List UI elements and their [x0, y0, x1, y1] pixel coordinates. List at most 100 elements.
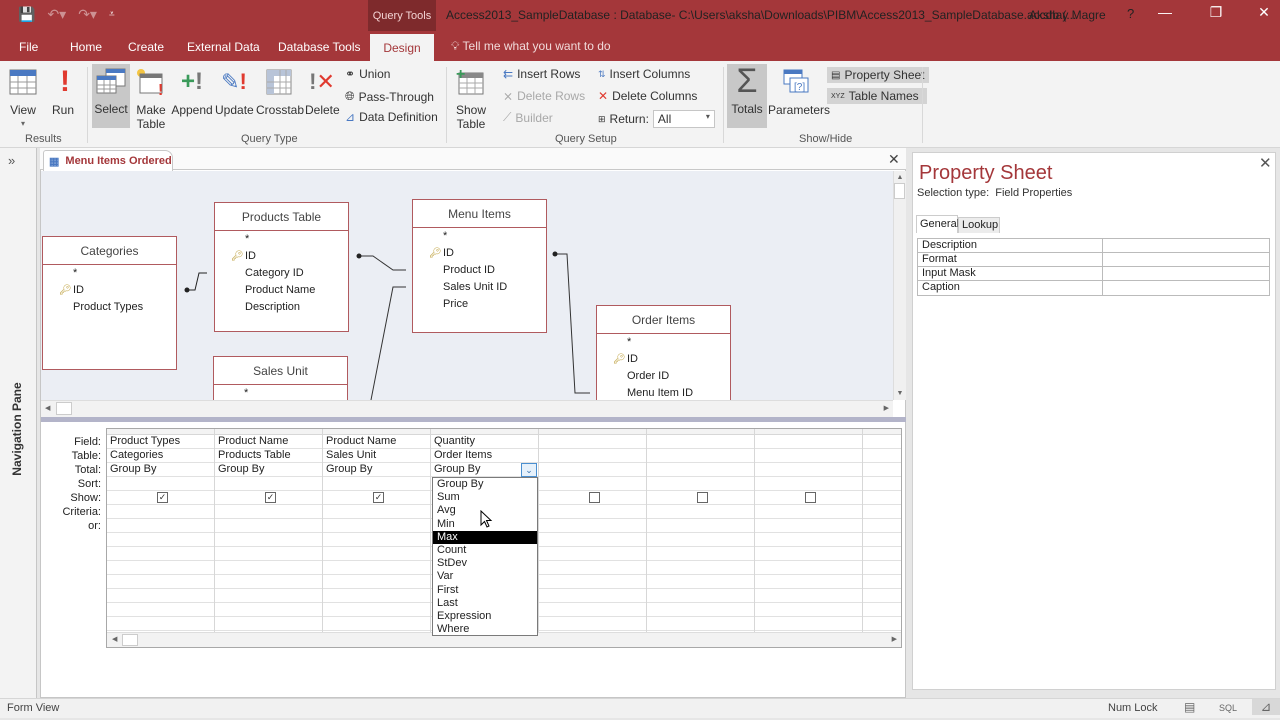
insert-columns-button[interactable]: ⇅ Insert Columns [598, 67, 690, 81]
grid-cell[interactable] [323, 603, 430, 617]
union-button[interactable]: ⚭ Union [345, 67, 390, 81]
document-tab-menu-items-ordered[interactable]: ▦ Menu Items Ordered [43, 150, 173, 171]
grid-cell[interactable] [107, 533, 214, 547]
select-query-button[interactable]: Select [92, 64, 130, 128]
make-table-button[interactable]: ! Make Table [134, 65, 168, 131]
grid-cell-sort[interactable] [323, 477, 430, 491]
grid-cell[interactable] [539, 617, 646, 631]
property-row[interactable]: Caption [918, 281, 1269, 295]
view-button[interactable]: View ▾ [6, 65, 40, 131]
close-property-sheet-button[interactable]: ✕ [1259, 154, 1272, 172]
datasheet-view-button[interactable]: ▤ [1184, 700, 1195, 714]
grid-cell-field[interactable]: Product Types [107, 435, 214, 449]
tab-general[interactable]: General [916, 215, 959, 233]
field-list-sales-unit[interactable]: Sales Unit * [213, 356, 348, 400]
run-button[interactable]: ! Run [48, 65, 78, 118]
grid-cell[interactable] [539, 533, 646, 547]
grid-column[interactable]: Product Name Sales Unit Group By ✓ [323, 429, 431, 634]
grid-column[interactable] [755, 429, 863, 634]
field-list-title[interactable]: Order Items [597, 306, 730, 334]
field-item[interactable]: Menu Item ID [597, 385, 730, 400]
grid-column[interactable] [863, 429, 901, 634]
grid-cell[interactable] [107, 617, 214, 631]
design-view-button[interactable]: ⊿ [1252, 699, 1280, 715]
grid-cell-field[interactable] [647, 435, 754, 449]
grid-cell[interactable] [863, 547, 901, 561]
checkbox-checked[interactable]: ✓ [373, 492, 384, 503]
pane-splitter[interactable] [41, 417, 906, 422]
grid-cell-table[interactable] [647, 449, 754, 463]
data-definition-button[interactable]: ⊿ Data Definition [345, 110, 438, 124]
field-list-title[interactable]: Sales Unit [214, 357, 347, 385]
grid-cell[interactable] [323, 519, 430, 533]
parameters-button[interactable]: [?] Parameters [768, 65, 830, 117]
grid-cell[interactable] [107, 505, 214, 519]
field-item[interactable]: 🔑︎ ID [413, 245, 546, 262]
help-button[interactable]: ? [1127, 6, 1134, 21]
tab-file[interactable]: File [19, 40, 38, 54]
grid-cell[interactable] [755, 589, 862, 603]
field-item[interactable]: Product Name [215, 282, 348, 299]
grid-cell[interactable] [215, 603, 322, 617]
grid-cell[interactable] [863, 519, 901, 533]
field-item[interactable]: 🔑︎ ID [215, 248, 348, 265]
grid-cell[interactable] [647, 561, 754, 575]
append-button[interactable]: +! Append [171, 65, 213, 118]
grid-cell[interactable] [863, 505, 901, 519]
tab-database-tools[interactable]: Database Tools [278, 40, 361, 54]
grid-cell[interactable] [215, 575, 322, 589]
property-row[interactable]: Format [918, 253, 1269, 267]
undo-icon[interactable]: ↶▾ [47, 6, 66, 23]
grid-cell[interactable] [323, 589, 430, 603]
tab-home[interactable]: Home [70, 40, 102, 54]
grid-cell[interactable] [215, 519, 322, 533]
dropdown-option[interactable]: Expression [433, 610, 537, 623]
dropdown-option[interactable]: StDev [433, 557, 537, 570]
grid-cell[interactable] [755, 603, 862, 617]
field-item[interactable]: 🔑︎ ID [597, 351, 730, 368]
grid-cell-sort[interactable] [647, 477, 754, 491]
insert-rows-button[interactable]: ⇇ Insert Rows [503, 67, 580, 81]
grid-cell-total[interactable] [539, 463, 646, 477]
user-name[interactable]: Akshay Magre [1029, 8, 1106, 22]
total-dropdown-button[interactable]: ⌄ [521, 463, 537, 477]
scroll-down-icon[interactable]: ▼ [894, 390, 906, 397]
grid-cell[interactable] [539, 575, 646, 589]
dropdown-option[interactable]: Group By [433, 478, 537, 491]
close-button[interactable]: ✕ [1249, 4, 1279, 21]
field-list-title[interactable]: Menu Items [413, 200, 546, 228]
dropdown-option[interactable]: First [433, 584, 537, 597]
scrollbar-thumb[interactable] [56, 402, 72, 415]
field-item[interactable]: * [214, 385, 347, 400]
grid-cell[interactable] [215, 589, 322, 603]
grid-cell[interactable] [539, 505, 646, 519]
grid-column[interactable] [647, 429, 755, 634]
redo-icon[interactable]: ↷▾ [78, 6, 97, 23]
field-item[interactable]: Product ID [413, 262, 546, 279]
field-item[interactable]: Category ID [215, 265, 348, 282]
grid-cell[interactable] [755, 505, 862, 519]
field-item[interactable]: 🔑︎ ID [43, 282, 176, 299]
grid-cell[interactable] [755, 561, 862, 575]
crosstab-button[interactable]: Crosstab [256, 65, 304, 117]
scroll-up-icon[interactable]: ▲ [894, 174, 906, 181]
grid-cell[interactable] [647, 617, 754, 631]
grid-cell-sort[interactable] [863, 477, 901, 491]
checkbox-unchecked[interactable] [697, 492, 708, 503]
show-checkbox-cell[interactable]: ✓ [323, 491, 430, 505]
grid-cell[interactable] [647, 589, 754, 603]
field-item[interactable]: Price [413, 296, 546, 313]
scroll-right-icon[interactable]: ▶ [892, 635, 897, 643]
close-document-button[interactable]: ✕ [888, 151, 900, 168]
grid-cell[interactable] [215, 547, 322, 561]
grid-cell-total[interactable] [755, 463, 862, 477]
show-checkbox-cell[interactable]: ✓ [107, 491, 214, 505]
field-item[interactable]: * [597, 334, 730, 351]
grid-cell[interactable] [647, 547, 754, 561]
grid-cell[interactable] [755, 533, 862, 547]
scrollbar-thumb[interactable] [122, 634, 138, 646]
grid-cell[interactable] [647, 603, 754, 617]
minimize-button[interactable]: — [1150, 4, 1180, 20]
dropdown-option[interactable]: Last [433, 597, 537, 610]
delete-columns-button[interactable]: ✕ Delete Columns [598, 89, 697, 103]
